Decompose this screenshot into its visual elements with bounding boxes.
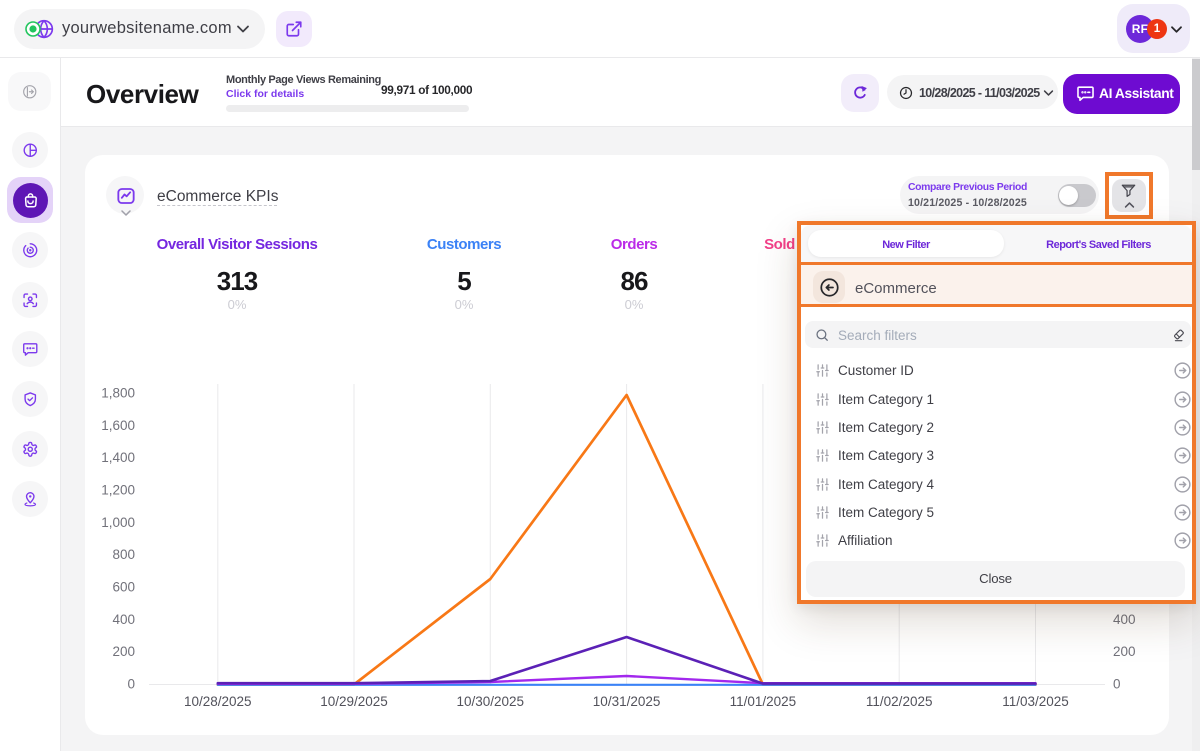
svg-text:10/31/2025: 10/31/2025: [593, 694, 661, 709]
svg-text:400: 400: [112, 612, 135, 627]
svg-text:1,000: 1,000: [101, 515, 135, 530]
svg-text:0: 0: [1113, 677, 1121, 692]
svg-text:1,400: 1,400: [101, 450, 135, 465]
svg-text:10/28/2025: 10/28/2025: [184, 694, 252, 709]
svg-text:10/29/2025: 10/29/2025: [320, 694, 388, 709]
svg-text:800: 800: [112, 547, 135, 562]
svg-text:10/30/2025: 10/30/2025: [457, 694, 525, 709]
svg-text:1,600: 1,600: [101, 418, 135, 433]
svg-text:600: 600: [112, 580, 135, 595]
svg-text:400: 400: [1113, 612, 1136, 627]
svg-text:1,800: 1,800: [101, 386, 135, 401]
svg-text:11/01/2025: 11/01/2025: [730, 694, 797, 709]
svg-text:1,200: 1,200: [101, 483, 135, 498]
svg-text:11/03/2025: 11/03/2025: [1002, 694, 1069, 709]
svg-text:11/02/2025: 11/02/2025: [866, 694, 933, 709]
svg-text:0: 0: [127, 677, 135, 692]
svg-text:200: 200: [1113, 644, 1136, 659]
svg-text:200: 200: [112, 644, 135, 659]
